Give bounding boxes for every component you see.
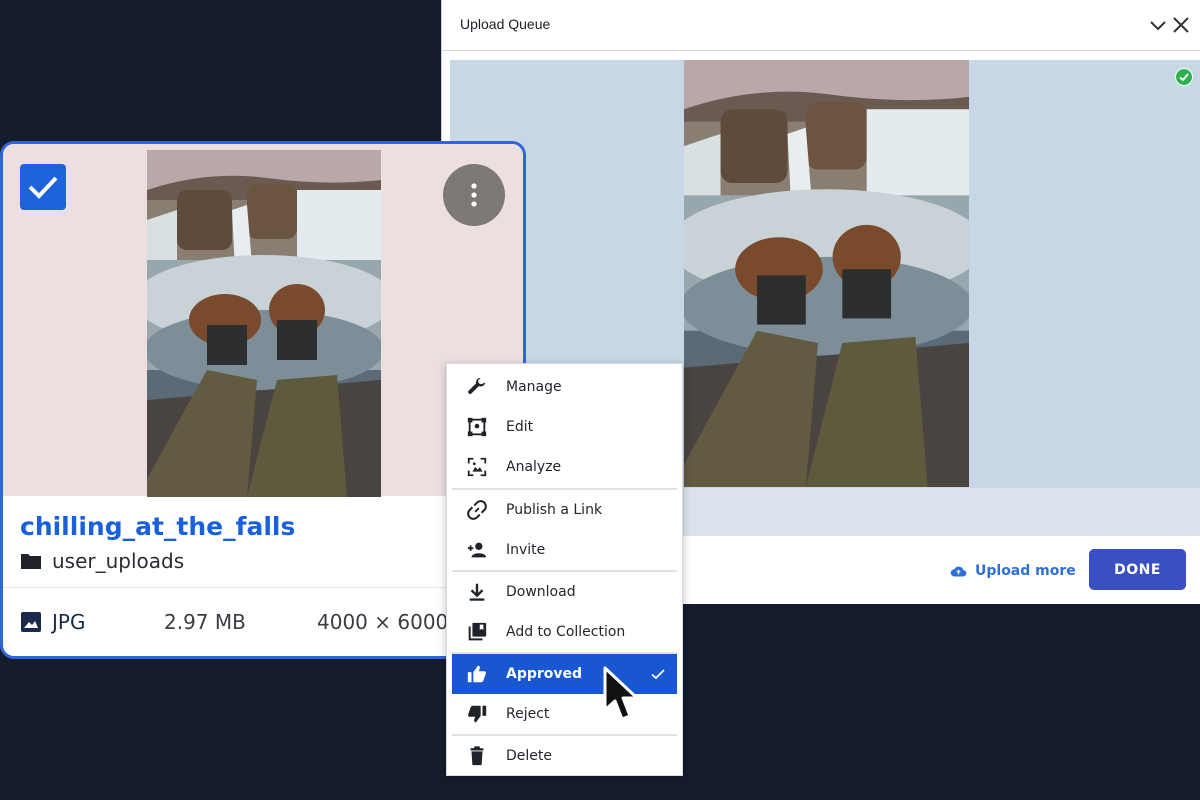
folder-name: user_uploads bbox=[52, 549, 185, 573]
menu-item-edit[interactable]: Edit bbox=[452, 407, 677, 447]
menu-group-delete: Delete bbox=[452, 734, 677, 776]
edit-frame-icon bbox=[466, 416, 488, 438]
card-divider bbox=[3, 587, 523, 588]
upload-more-label: Upload more bbox=[975, 563, 1076, 579]
thumbs-down-icon bbox=[466, 703, 488, 725]
image-icon bbox=[21, 612, 41, 632]
menu-item-label: Approved bbox=[506, 666, 583, 682]
menu-item-label: Download bbox=[506, 584, 576, 600]
thumbs-up-icon bbox=[466, 663, 488, 685]
dialog-title: Upload Queue bbox=[460, 16, 551, 32]
menu-group-review: Approved Reject bbox=[452, 652, 677, 734]
menu-item-approved[interactable]: Approved bbox=[452, 654, 677, 694]
folder-icon bbox=[21, 554, 41, 569]
select-checkbox[interactable] bbox=[20, 164, 66, 210]
menu-item-delete[interactable]: Delete bbox=[452, 736, 677, 776]
file-type-label: JPG bbox=[52, 610, 86, 634]
menu-item-label: Delete bbox=[506, 748, 552, 764]
menu-group-manage: Manage Edit Analyze bbox=[452, 367, 677, 487]
upload-more-button[interactable]: Upload more bbox=[950, 561, 1076, 581]
chevron-down-icon[interactable] bbox=[1147, 14, 1169, 36]
asset-folder[interactable]: user_uploads bbox=[20, 549, 184, 573]
more-vertical-icon bbox=[471, 183, 477, 207]
file-size: 2.97 MB bbox=[164, 610, 246, 634]
close-icon[interactable] bbox=[1170, 14, 1192, 36]
menu-item-label: Manage bbox=[506, 379, 562, 395]
asset-thumbnail[interactable] bbox=[3, 144, 523, 496]
upload-success-icon bbox=[1175, 68, 1193, 86]
person-add-icon bbox=[466, 539, 488, 561]
menu-item-label: Edit bbox=[506, 419, 534, 435]
cloud-upload-icon bbox=[950, 566, 967, 576]
asset-title[interactable]: chilling_at_the_falls bbox=[20, 512, 295, 541]
menu-item-label: Publish a Link bbox=[506, 502, 603, 518]
link-icon bbox=[466, 499, 488, 521]
menu-group-download: Download Add to Collection bbox=[452, 570, 677, 652]
menu-item-publish-link[interactable]: Publish a Link bbox=[452, 490, 677, 530]
trash-icon bbox=[466, 745, 488, 767]
menu-item-analyze[interactable]: Analyze bbox=[452, 447, 677, 487]
menu-item-download[interactable]: Download bbox=[452, 572, 677, 612]
done-button[interactable]: DONE bbox=[1089, 549, 1186, 590]
menu-item-label: Invite bbox=[506, 542, 546, 558]
dialog-header: Upload Queue bbox=[442, 0, 1200, 51]
menu-group-share: Publish a Link Invite bbox=[452, 488, 677, 570]
menu-item-manage[interactable]: Manage bbox=[452, 367, 677, 407]
uploaded-image bbox=[684, 60, 969, 487]
file-type: JPG bbox=[20, 610, 85, 634]
asset-image bbox=[147, 150, 381, 497]
more-options-button[interactable] bbox=[443, 164, 505, 226]
analyze-icon bbox=[466, 456, 488, 478]
collection-icon bbox=[466, 621, 488, 643]
menu-item-invite[interactable]: Invite bbox=[452, 530, 677, 570]
context-menu: Manage Edit Analyze Publish a Link Invit… bbox=[446, 363, 683, 776]
download-icon bbox=[466, 581, 488, 603]
menu-item-label: Analyze bbox=[506, 459, 562, 475]
check-icon bbox=[649, 665, 667, 683]
image-dimensions: 4000 × 6000 bbox=[317, 610, 449, 634]
wrench-icon bbox=[466, 376, 488, 398]
menu-item-label: Reject bbox=[506, 706, 550, 722]
menu-item-reject[interactable]: Reject bbox=[452, 694, 677, 734]
menu-item-add-to-collection[interactable]: Add to Collection bbox=[452, 612, 677, 652]
menu-item-label: Add to Collection bbox=[506, 624, 626, 640]
